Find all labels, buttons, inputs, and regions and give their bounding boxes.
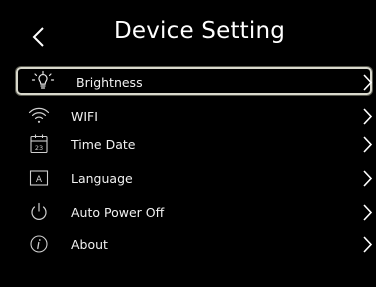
chevron-right-icon <box>363 170 373 187</box>
chevron-right-icon <box>363 136 373 153</box>
power-icon <box>31 202 47 220</box>
language-icon: A <box>29 170 49 186</box>
settings-list: Brightness WIFI 23 Time Date A Language … <box>13 66 376 260</box>
language-glyph-text: A <box>36 175 43 185</box>
header-bar: Device Setting <box>13 0 376 60</box>
chevron-right-icon <box>363 74 373 91</box>
chevron-right-icon <box>363 236 373 253</box>
selection-highlight <box>16 67 372 95</box>
chevron-right-icon <box>363 108 373 125</box>
info-icon <box>30 235 48 253</box>
menu-item-label: Auto Power Off <box>71 205 165 220</box>
lightbulb-icon <box>31 70 55 89</box>
calendar-icon: 23 <box>30 134 48 154</box>
menu-item-label: Brightness <box>76 75 143 90</box>
menu-item-brightness[interactable]: Brightness <box>13 66 376 98</box>
menu-item-label: Language <box>71 171 133 186</box>
page-title: Device Setting <box>113 18 286 44</box>
chevron-right-icon <box>363 204 373 221</box>
menu-item-label: About <box>71 237 108 252</box>
menu-item-auto-power-off[interactable]: Auto Power Off <box>13 196 376 228</box>
wifi-icon <box>28 107 50 123</box>
menu-item-language[interactable]: A Language <box>13 162 376 194</box>
menu-item-about[interactable]: About <box>13 228 376 260</box>
calendar-day-text: 23 <box>35 144 43 152</box>
device-setting-screen: Device Setting Brightness WIFI 23 Time D… <box>13 0 376 287</box>
menu-item-label: WIFI <box>71 109 98 124</box>
menu-item-label: Time Date <box>71 137 136 152</box>
menu-item-time-date[interactable]: 23 Time Date <box>13 128 376 160</box>
